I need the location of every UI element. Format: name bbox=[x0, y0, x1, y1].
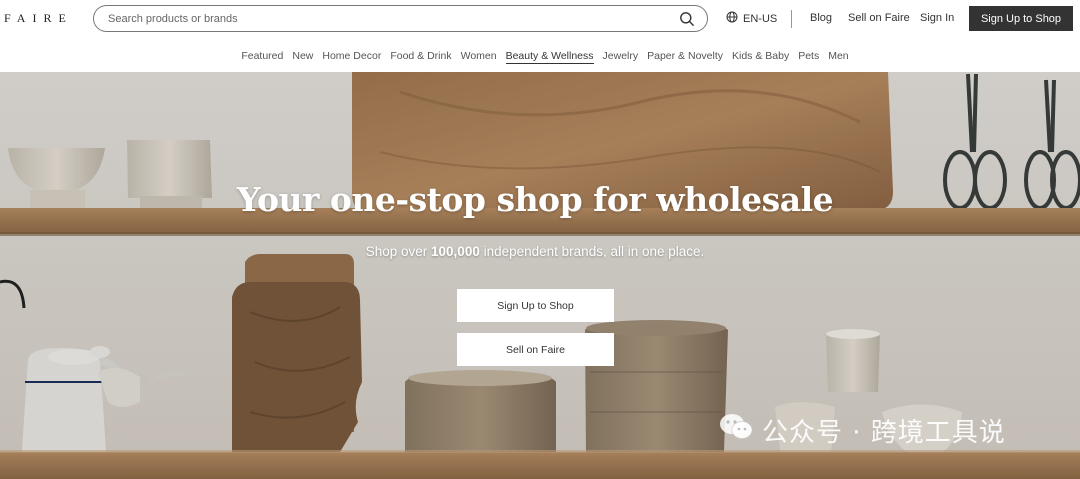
hero-sign-up-button[interactable]: Sign Up to Shop bbox=[457, 289, 614, 322]
hero-subtitle-prefix: Shop over bbox=[365, 244, 432, 259]
category-new[interactable]: New bbox=[292, 50, 313, 64]
category-paper-novelty[interactable]: Paper & Novelty bbox=[647, 50, 723, 64]
language-label: EN-US bbox=[743, 12, 778, 25]
blog-link[interactable]: Blog bbox=[810, 12, 832, 24]
search-bar[interactable] bbox=[93, 5, 708, 32]
header-divider bbox=[791, 10, 792, 28]
language-selector[interactable]: EN-US bbox=[726, 11, 777, 26]
sign-up-button[interactable]: Sign Up to Shop bbox=[969, 6, 1073, 31]
category-nav: Featured New Home Decor Food & Drink Wom… bbox=[0, 38, 1080, 72]
sign-in-link[interactable]: Sign In bbox=[920, 12, 954, 24]
hero-subtitle-suffix: independent brands, all in one place. bbox=[479, 244, 705, 259]
category-pets[interactable]: Pets bbox=[798, 50, 819, 64]
hero-banner: Your one-stop shop for wholesale Shop ov… bbox=[0, 72, 1080, 479]
hero-subtitle-count: 100,000 bbox=[431, 244, 480, 259]
sell-on-faire-link[interactable]: Sell on Faire bbox=[848, 12, 910, 24]
category-jewelry[interactable]: Jewelry bbox=[603, 50, 639, 64]
faire-logo[interactable]: FAIRE bbox=[4, 11, 73, 26]
category-food-drink[interactable]: Food & Drink bbox=[390, 50, 451, 64]
wechat-icon bbox=[718, 412, 754, 449]
hero-title: Your one-stop shop for wholesale bbox=[236, 180, 834, 219]
category-home-decor[interactable]: Home Decor bbox=[322, 50, 381, 64]
category-women[interactable]: Women bbox=[461, 50, 497, 64]
search-input[interactable] bbox=[108, 12, 668, 25]
hero-sell-on-faire-button[interactable]: Sell on Faire bbox=[457, 333, 614, 366]
globe-icon bbox=[726, 11, 738, 26]
top-header: FAIRE EN-US Blog Sell on Faire Sign In S… bbox=[0, 0, 1080, 38]
category-kids-baby[interactable]: Kids & Baby bbox=[732, 50, 789, 64]
category-list: Featured New Home Decor Food & Drink Wom… bbox=[0, 38, 1080, 64]
wechat-watermark: 公众号 · 跨境工具说 bbox=[718, 412, 1006, 449]
watermark-text: 公众号 · 跨境工具说 bbox=[762, 418, 1006, 448]
category-men[interactable]: Men bbox=[828, 50, 848, 64]
search-icon[interactable] bbox=[679, 11, 695, 27]
category-beauty-wellness[interactable]: Beauty & Wellness bbox=[505, 50, 594, 64]
hero-subtitle: Shop over 100,000 independent brands, al… bbox=[0, 244, 1070, 259]
category-featured[interactable]: Featured bbox=[241, 50, 283, 64]
